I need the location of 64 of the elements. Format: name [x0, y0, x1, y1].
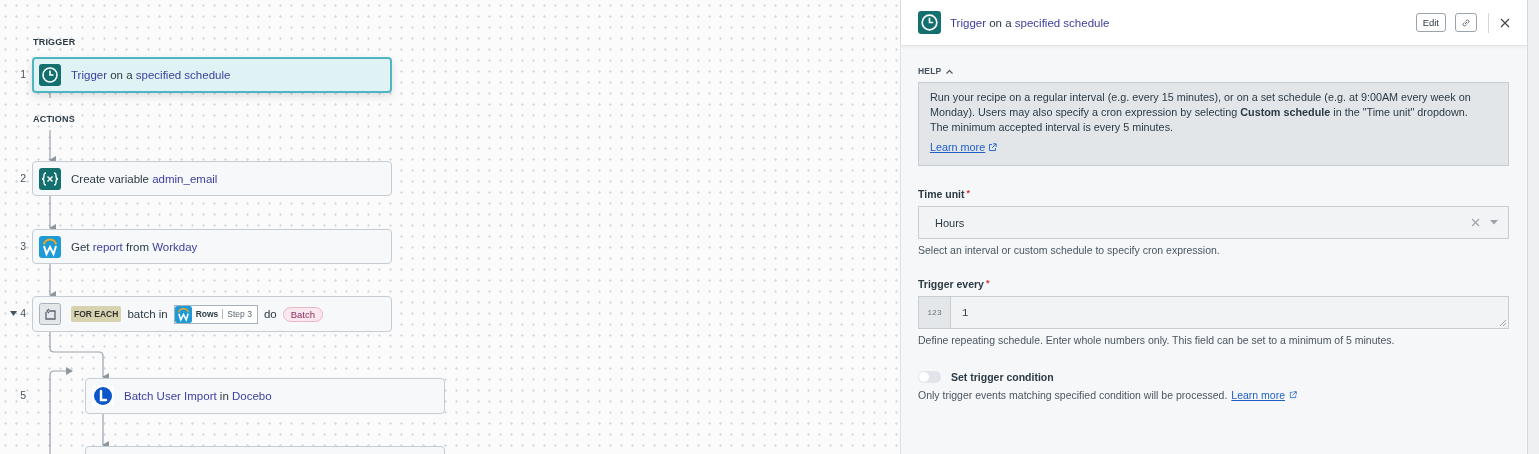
for-each-tag: FOR EACH: [71, 306, 122, 322]
chevron-icon[interactable]: [946, 68, 954, 74]
variable-tag: Batch: [282, 306, 323, 322]
learn-more-link[interactable]: Learn more: [1231, 389, 1286, 401]
step-text: do: [263, 308, 277, 320]
section-label: ACTIONS: [33, 114, 75, 124]
clock-icon: [39, 64, 61, 86]
clock-icon: [918, 11, 941, 34]
loop-icon: [39, 303, 61, 325]
help-label[interactable]: HELP: [918, 66, 942, 76]
step-title: Create variable admin_email: [71, 172, 218, 185]
w-logo-icon: [174, 305, 192, 323]
number-field[interactable]: 123 1: [918, 296, 1509, 329]
step-number: 4: [20, 307, 26, 319]
connector-arrow: [49, 331, 109, 381]
edit-button[interactable]: Edit: [1415, 13, 1446, 32]
field-hint: Define repeating schedule. Enter whole numbers only. This field can be set to a minimum of 5 minutes.: [918, 334, 1396, 346]
step-title: Batch User Import in Docebo: [124, 390, 272, 402]
variable-icon: [39, 167, 61, 190]
connector-arrow: [49, 195, 56, 232]
caret-icon: [1490, 220, 1498, 225]
step-card[interactable]: Trigger on a specified schedule: [32, 57, 392, 93]
step-number: 5: [20, 389, 26, 401]
section-label: TRIGGER: [33, 37, 76, 47]
toggle-switch[interactable]: [918, 371, 941, 383]
step-card[interactable]: FOR EACH batch in Rows Step 3 do Batch: [32, 296, 392, 332]
field-label: Trigger every: [918, 278, 984, 290]
step-number: 1: [20, 68, 26, 80]
toggle-label: Set trigger condition: [951, 371, 1054, 383]
help-text: The minimum accepted interval is every 5 minutes.: [930, 120, 1175, 135]
field-hint: Only trigger events matching specified condition will be processed.: [918, 389, 1228, 401]
field-label: Time unit: [918, 188, 965, 200]
help-text: Run your recipe on a regular interval (e.g. every 15 minutes), or on a set schedule (e.g. at 9:00AM every week on Monday). Users may also specify a cron expression by selecting Custom schedule in the "Time unit" dropdown.: [930, 90, 1472, 120]
step-card[interactable]: Create variable admin_email: [32, 161, 392, 196]
step-title: Trigger on a specified schedule: [71, 69, 231, 81]
external-link-icon: [1289, 391, 1298, 399]
step-text: batch in: [127, 308, 168, 320]
connector-line: [49, 92, 51, 99]
link-button[interactable]: [1455, 13, 1477, 32]
required-mark: *: [966, 188, 970, 200]
select-field[interactable]: Hours: [918, 206, 1509, 239]
step-card[interactable]: Get report from Workday: [32, 229, 392, 264]
number-type-label: 123: [919, 297, 951, 328]
panel-title: Trigger on a specified schedule: [950, 16, 1111, 29]
learn-more-link[interactable]: Learn more: [930, 140, 986, 155]
close-icon[interactable]: [1500, 17, 1510, 28]
resize-handle-icon[interactable]: [1500, 320, 1506, 326]
step-number: 3: [20, 239, 26, 252]
connector-arrow: [49, 129, 56, 164]
w-logo-icon: [39, 235, 61, 258]
external-link-icon: [988, 143, 998, 152]
link-icon: [1462, 18, 1470, 27]
field-hint: Select an interval or custom schedule to specify cron expression.: [918, 244, 1221, 256]
l-logo-icon: [92, 385, 114, 407]
datapill[interactable]: Rows Step 3: [173, 304, 258, 324]
connector-arrow: [49, 263, 56, 299]
caret-icon[interactable]: [10, 310, 18, 316]
step-title: Get report from Workday: [71, 240, 198, 253]
clear-icon[interactable]: [1471, 218, 1480, 227]
step-card[interactable]: Batch User Import in Docebo: [85, 378, 445, 414]
field-value: 1: [962, 306, 969, 319]
step-number: 2: [20, 171, 26, 184]
connector-arrow: [102, 413, 109, 449]
required-mark: *: [985, 278, 990, 290]
